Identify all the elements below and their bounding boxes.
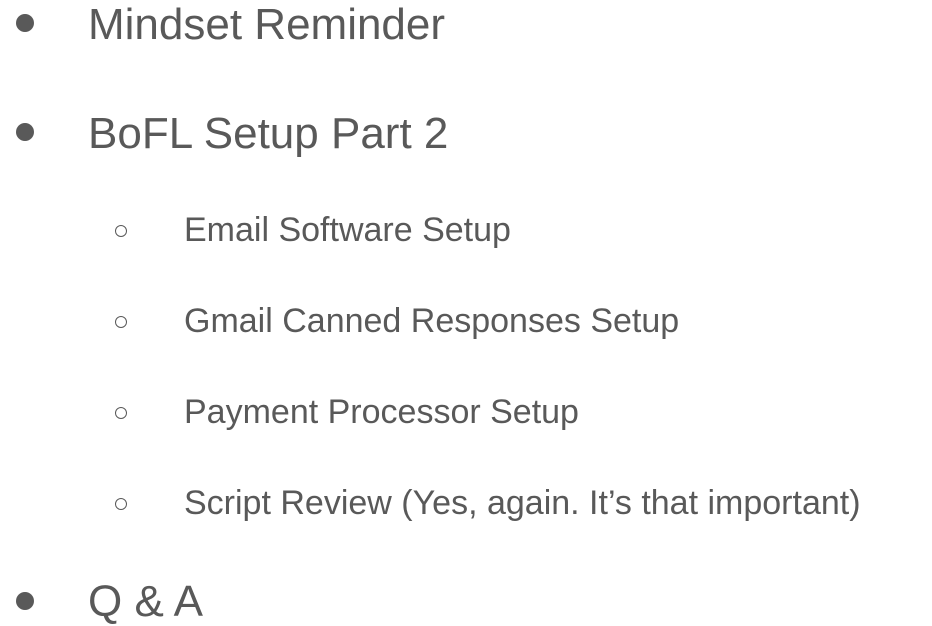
- agenda-subitem-email-software: Email Software Setup: [184, 211, 511, 249]
- hollow-circle-bullet-icon: [115, 407, 127, 419]
- filled-circle-bullet-icon: [16, 14, 34, 32]
- hollow-circle-bullet-icon: [115, 498, 127, 510]
- filled-circle-bullet-icon: [16, 123, 34, 141]
- agenda-item-mindset-reminder: Mindset Reminder: [88, 0, 446, 49]
- filled-circle-bullet-icon: [16, 592, 34, 610]
- agenda-subitem-gmail-canned: Gmail Canned Responses Setup: [184, 302, 680, 340]
- agenda-subitem-payment-processor: Payment Processor Setup: [184, 393, 579, 431]
- agenda-subitem-script-review: Script Review (Yes, again. It’s that imp…: [184, 484, 861, 522]
- hollow-circle-bullet-icon: [115, 316, 127, 328]
- agenda-slide: Mindset Reminder BoFL Setup Part 2 Email…: [0, 0, 932, 626]
- hollow-circle-bullet-icon: [115, 225, 127, 237]
- agenda-item-q-and-a: Q & A: [88, 577, 203, 626]
- agenda-item-bofl-setup: BoFL Setup Part 2: [88, 109, 449, 158]
